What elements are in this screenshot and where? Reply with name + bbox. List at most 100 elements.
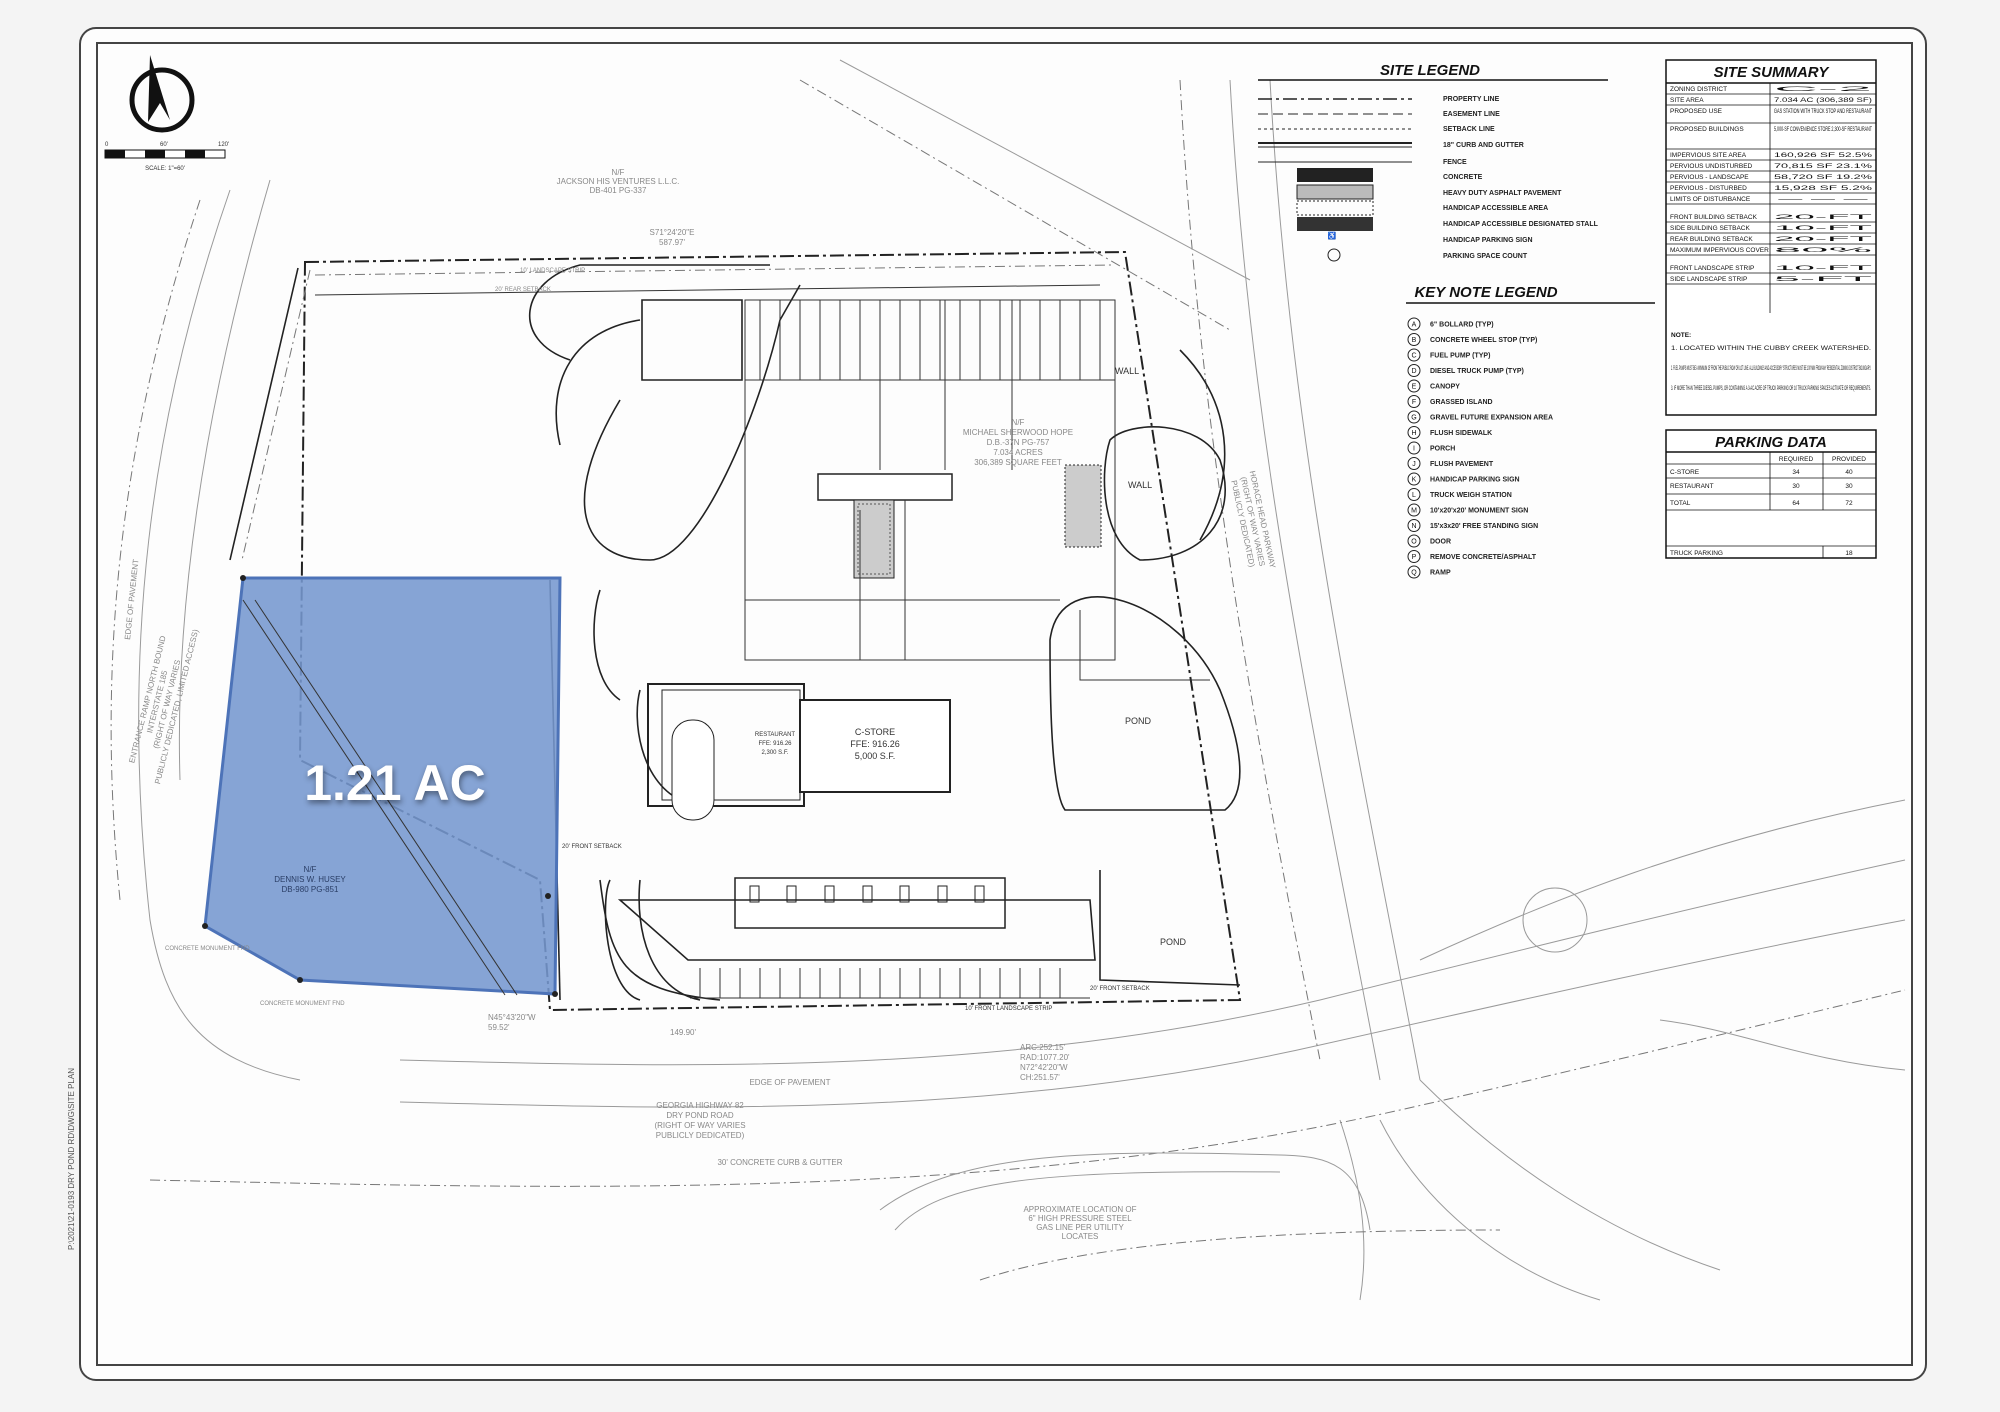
key-note-label: FUEL PUMP (TYP) — [1430, 353, 1490, 360]
site-summary-title: SITE SUMMARY — [1714, 64, 1831, 81]
key-note-label: 6" BOLLARD (TYP) — [1430, 322, 1494, 329]
key-note-letter: I — [1413, 446, 1415, 453]
north-owner: JACKSON HIS VENTURES L.L.C. — [557, 177, 680, 186]
key-note-letter: G — [1411, 415, 1416, 422]
site-summary-row-value: GAS STATION WITH TRUCK STOP AND RESTAURA… — [1774, 108, 1872, 115]
site-summary-row-label: FRONT LANDSCAPE STRIP — [1670, 265, 1754, 272]
key-note-label: TRUCK WEIGH STATION — [1430, 492, 1512, 499]
site-summary-row-label: SITE AREA — [1670, 97, 1704, 104]
site-summary-row-value: 80% — [1774, 247, 1874, 254]
scale-label: SCALE: 1"=60' — [145, 166, 185, 172]
north-bearing: S71°24'20"E — [650, 228, 695, 237]
parking-truck-label: TRUCK PARKING — [1670, 550, 1723, 557]
sheet-file-path: P:\2021\21-0193 DRY POND RD\DWG\SITE PLA… — [67, 1068, 76, 1250]
monument-label-2: CONCRETE MONUMENT FND — [260, 1001, 345, 1007]
parcel-owner-nf: N/F — [304, 865, 317, 874]
rear-landscape: 10' LANDSCAPE STRIP — [520, 268, 585, 274]
key-note-label: GRASSED ISLAND — [1430, 399, 1493, 406]
cstore-area: 5,000 S.F. — [855, 751, 896, 761]
site-legend-item-6: HEAVY DUTY ASPHALT PAVEMENT — [1443, 190, 1562, 197]
rear-setback: 20' REAR SETBACK — [495, 287, 551, 293]
key-note-label: HANDICAP PARKING SIGN — [1430, 477, 1520, 484]
key-note-label: REMOVE CONCRETE/ASPHALT — [1430, 554, 1537, 561]
site-summary-row-value: 20-FT — [1774, 214, 1872, 221]
south-road-ded: PUBLICLY DEDICATED) — [656, 1131, 745, 1140]
cstore-label: C-STORE — [855, 727, 895, 737]
wall-label-1: WALL — [1115, 366, 1139, 376]
key-note-letter: D — [1411, 368, 1416, 375]
key-note-letter: A — [1412, 322, 1417, 329]
site-summary-row-value: 70,815 SF 23.1% — [1774, 163, 1872, 170]
key-note-label: 10'x20'x20' MONUMENT SIGN — [1430, 508, 1528, 515]
gas-note-4: LOCATES — [1062, 1232, 1099, 1241]
site-summary-row-value: 20-FT — [1774, 236, 1872, 243]
front-setback-label-2: 20' FRONT SETBACK — [1090, 986, 1150, 992]
site-summary-note: 3. IF MORE THAN THREE DIESEL PUMPS, OR C… — [1671, 385, 1871, 392]
key-note-letter: O — [1411, 539, 1417, 546]
key-note-label: GRAVEL FUTURE EXPANSION AREA — [1430, 415, 1553, 422]
parking-rest-prov: 30 — [1845, 483, 1853, 490]
key-note-letter: L — [1412, 492, 1416, 499]
site-summary-note: 1. LOCATED WITHIN THE CUBBY CREEK WATERS… — [1671, 345, 1871, 352]
north-deed: DB-401 PG-337 — [590, 186, 647, 195]
south-road-row: (RIGHT OF WAY VARIES — [654, 1121, 745, 1130]
front-distance: 149.90' — [670, 1028, 696, 1037]
site-summary-row-label: FRONT BUILDING SETBACK — [1670, 214, 1758, 221]
parcel-area-label: 1.21 AC — [304, 755, 486, 811]
key-note-letter: Q — [1411, 570, 1417, 577]
site-summary-row-label: PERVIOUS - DISTURBED — [1670, 185, 1747, 192]
key-note-label: PORCH — [1430, 446, 1455, 453]
key-note-label: RAMP — [1430, 570, 1451, 577]
parking-total-prov: 72 — [1845, 500, 1853, 507]
site-summary-row-value: 10-FT — [1774, 225, 1872, 232]
key-note-letter: B — [1412, 337, 1417, 344]
parking-row-restaurant: RESTAURANT — [1670, 483, 1714, 490]
key-note-letter: K — [1412, 477, 1417, 484]
scale-tick-60: 60' — [160, 142, 168, 148]
key-note-letter: F — [1412, 399, 1416, 406]
key-note-title: KEY NOTE LEGEND — [1414, 284, 1557, 301]
gas-note-3: GAS LINE PER UTILITY — [1036, 1223, 1124, 1232]
parking-rest-req: 30 — [1792, 483, 1800, 490]
site-sf: 306,389 SQUARE FEET — [974, 458, 1062, 467]
parking-cstore-prov: 40 — [1845, 469, 1853, 476]
site-legend-item-7: HANDICAP ACCESSIBLE AREA — [1443, 205, 1548, 212]
site-summary-row-label: SIDE LANDSCAPE STRIP — [1670, 276, 1747, 283]
site-summary-row-value: 160,926 SF 52.5% — [1774, 152, 1872, 159]
parking-total-req: 64 — [1792, 500, 1800, 507]
parking-truck-value: 18 — [1845, 550, 1853, 557]
arc-radius: RAD:1077.20' — [1020, 1053, 1070, 1062]
parcel-owner-deed: DB-980 PG-851 — [282, 885, 339, 894]
site-legend-item-2: SETBACK LINE — [1443, 126, 1495, 133]
site-summary-note: 2. FUEL PUMPS MUST BE A MINIMUM 25' FROM… — [1671, 365, 1871, 372]
site-legend-item-5: CONCRETE — [1443, 174, 1483, 181]
site-legend-item-10: PARKING SPACE COUNT — [1443, 253, 1528, 260]
key-note-letter: P — [1412, 554, 1417, 561]
site-summary-notes-title: NOTE: — [1671, 332, 1691, 339]
site-summary-row-value: C-2 — [1774, 86, 1875, 93]
pond-label-2: POND — [1160, 937, 1187, 947]
parcel-owner-name: DENNIS W. HUSEY — [274, 875, 346, 884]
key-note-label: CONCRETE WHEEL STOP (TYP) — [1430, 337, 1537, 344]
key-note-letter: N — [1411, 523, 1416, 530]
arc-chord: CH:251.57' — [1020, 1073, 1060, 1082]
site-acres: 7.034 ACRES — [993, 448, 1042, 457]
restaurant-area: 2,300 S.F. — [761, 750, 788, 756]
site-owner-nf: N/F — [1012, 418, 1025, 427]
site-summary-row-value: 58,720 SF 19.2% — [1774, 174, 1872, 181]
arc-length: ARC:252.15' — [1020, 1043, 1066, 1052]
site-summary-row-label: PROPOSED BUILDINGS — [1670, 126, 1744, 133]
site-plan-sheet: P:\2021\21-0193 DRY POND RD\DWG\SITE PLA… — [0, 0, 2000, 1412]
side-distance: 59.52' — [488, 1023, 510, 1032]
site-summary-row-label: PERVIOUS UNDISTURBED — [1670, 163, 1753, 170]
site-summary-row-label: IMPERVIOUS SITE AREA — [1670, 152, 1747, 159]
site-summary-row-label: ZONING DISTRICT — [1670, 86, 1727, 93]
key-note-letter: H — [1411, 430, 1416, 437]
monument-label-1: CONCRETE MONUMENT FND — [165, 946, 250, 952]
side-bearing: N45°43'20"W — [488, 1013, 536, 1022]
parking-cstore-req: 34 — [1792, 469, 1800, 476]
site-summary-row-value: 5-FT — [1774, 276, 1872, 283]
site-summary-row-label: SIDE BUILDING SETBACK — [1670, 225, 1750, 232]
key-note-letter: M — [1411, 508, 1417, 515]
key-note-letter: C — [1411, 353, 1416, 360]
